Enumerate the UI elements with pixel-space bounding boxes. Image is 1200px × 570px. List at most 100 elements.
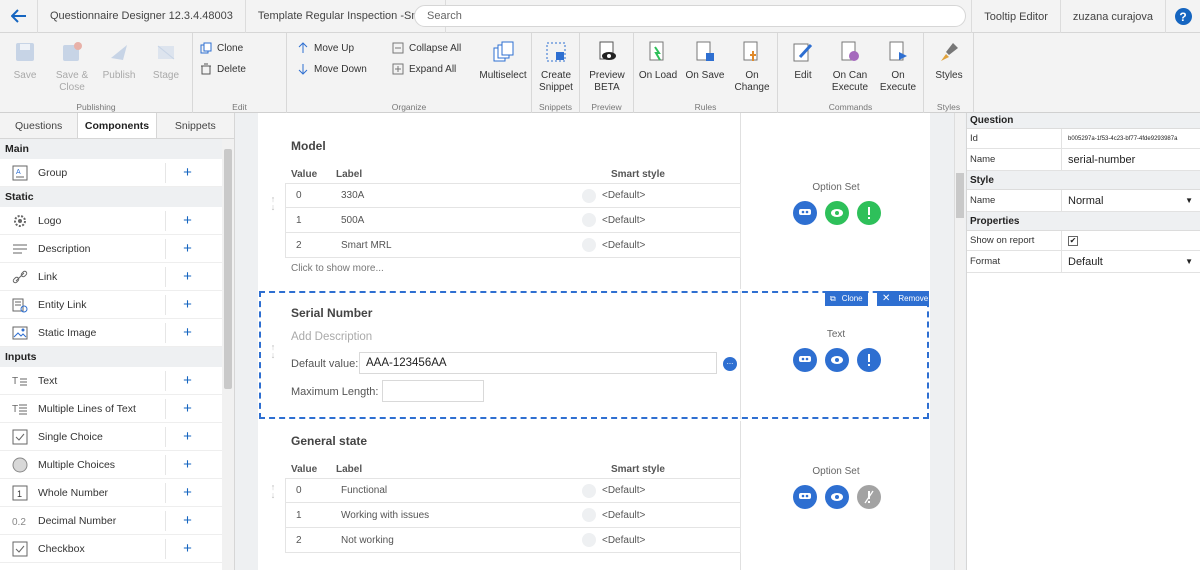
option-row[interactable]: 0 330A <Default> (285, 183, 741, 208)
component-description[interactable]: Description + (0, 235, 223, 263)
on-execute-button[interactable]: On Execute (878, 41, 918, 94)
canvas-scrollbar-thumb[interactable] (956, 173, 964, 218)
component-entity-link[interactable]: Entity Link + (0, 291, 223, 319)
multiselect-button[interactable]: Multiselect (477, 41, 529, 82)
required-button[interactable] (857, 201, 881, 225)
format-select[interactable]: Default ▼ (1062, 251, 1200, 272)
name-input[interactable]: serial-number (1062, 149, 1200, 170)
component-text[interactable]: T Text + (0, 367, 223, 395)
snippets-group-label: Snippets (538, 102, 573, 112)
components-scrollbar[interactable] (222, 139, 234, 570)
add-component-button[interactable]: + (165, 539, 197, 559)
add-component-button[interactable]: + (165, 295, 197, 315)
svg-text:T: T (12, 376, 18, 387)
component-static-image[interactable]: Static Image + (0, 319, 223, 347)
option-smart-style[interactable]: <Default> (582, 508, 645, 522)
component-checkbox[interactable]: Checkbox + (0, 535, 223, 563)
drag-handle-icon[interactable]: ↑ ↓ (269, 195, 277, 212)
command-edit-button[interactable]: Edit (786, 41, 820, 82)
component-group[interactable]: A Group + (0, 159, 223, 187)
option-row[interactable]: 2 Smart MRL <Default> (285, 233, 741, 258)
option-smart-style[interactable]: <Default> (582, 533, 645, 547)
stage-button[interactable]: Stage (148, 41, 184, 82)
add-component-button[interactable]: + (165, 399, 197, 419)
delete-button[interactable]: Delete (200, 61, 246, 77)
add-component-button[interactable]: + (165, 267, 197, 287)
expand-all-button[interactable]: Expand All (392, 61, 456, 77)
option-row[interactable]: 1 Working with issues <Default> (285, 503, 741, 528)
on-can-execute-button[interactable]: On Can Execute (828, 41, 872, 94)
option-smart-style[interactable]: <Default> (582, 483, 646, 498)
on-load-icon (649, 41, 664, 61)
tab-questions[interactable]: Questions (0, 113, 77, 138)
canvas-scrollbar[interactable] (954, 113, 965, 570)
add-component-button[interactable]: + (165, 511, 197, 531)
show-on-report-checkbox[interactable]: ✔ (1068, 235, 1078, 246)
help-button[interactable]: ? (1166, 0, 1200, 33)
id-value[interactable]: b005297a-1f53-4c23-bf77-4fde9293987a (1062, 129, 1200, 148)
show-more-link[interactable]: Click to show more... (291, 263, 384, 274)
add-component-button[interactable]: + (165, 239, 197, 259)
style-button[interactable] (793, 201, 817, 225)
component-decimal-number[interactable]: 0.2 Decimal Number + (0, 507, 223, 535)
component-link[interactable]: Link + (0, 263, 223, 291)
on-save-button[interactable]: On Save (684, 41, 726, 82)
component-single-choice[interactable]: Single Choice + (0, 423, 223, 451)
move-down-button[interactable]: Move Down (297, 61, 367, 77)
option-style-value: <Default> (602, 190, 646, 201)
style-name-select[interactable]: Normal ▼ (1062, 190, 1200, 211)
style-button[interactable] (793, 485, 817, 509)
option-smart-style[interactable]: <Default> (582, 188, 646, 203)
tab-components[interactable]: Components (77, 113, 157, 138)
save-button[interactable]: Save (10, 41, 40, 82)
remove-question-button[interactable]: ✕ Remove (877, 291, 929, 306)
on-load-button[interactable]: On Load (638, 41, 678, 82)
styles-button[interactable]: Styles (930, 41, 968, 82)
option-style-value: <Default> (602, 485, 646, 496)
add-component-button[interactable]: + (165, 211, 197, 231)
scrollbar-thumb[interactable] (224, 149, 232, 389)
option-row[interactable]: 0 Functional <Default> (285, 478, 741, 503)
visibility-button[interactable] (825, 201, 849, 225)
eye-icon (831, 493, 843, 501)
drag-handle-icon[interactable]: ↑ ↓ (269, 483, 277, 500)
add-component-button[interactable]: + (165, 323, 197, 343)
add-component-button[interactable]: + (165, 483, 197, 503)
add-component-button[interactable]: + (165, 371, 197, 391)
add-component-button[interactable]: + (165, 455, 197, 475)
question-model[interactable]: Model ↑ ↓ Value Label Smart style 0 330A <D… (258, 113, 930, 289)
component-logo[interactable]: Logo + (0, 207, 223, 235)
publish-button[interactable]: Publish (100, 41, 138, 82)
clone-button[interactable]: Clone (200, 40, 243, 56)
save-close-button[interactable]: Save & Close (52, 41, 92, 94)
question-type: Option Set (812, 182, 860, 193)
tooltip-editor-link[interactable]: Tooltip Editor (971, 0, 1061, 33)
add-component-button[interactable]: + (165, 163, 197, 183)
option-row[interactable]: 2 Not working <Default> (285, 528, 741, 553)
move-up-button[interactable]: Move Up (297, 40, 354, 56)
preview-beta-button[interactable]: Preview BETA (586, 41, 628, 94)
required-button[interactable] (857, 485, 881, 509)
style-mask-icon (799, 493, 811, 499)
question-general-state[interactable]: General state ↑ ↓ Value Label Smart style… (258, 421, 930, 570)
tab-snippets[interactable]: Snippets (157, 113, 234, 138)
component-multiple-lines-of-text[interactable]: T Multiple Lines of Text + (0, 395, 223, 423)
component-whole-number[interactable]: 1 Whole Number + (0, 479, 223, 507)
decimal-number-icon: 0.2 (12, 517, 26, 528)
back-button[interactable] (0, 0, 38, 33)
collapse-all-button[interactable]: Collapse All (392, 40, 461, 56)
option-smart-style[interactable]: <Default> (582, 238, 645, 252)
clone-question-button[interactable]: ⧉ Clone (825, 291, 868, 306)
on-change-button[interactable]: On Change (732, 41, 772, 94)
add-component-button[interactable]: + (165, 427, 197, 447)
on-change-label: On Change (734, 70, 770, 93)
rules-group: On Load On Save On Change Rules (634, 33, 778, 113)
option-row[interactable]: 1 500A <Default> (285, 208, 741, 233)
component-multiple-choices[interactable]: Multiple Choices + (0, 451, 223, 479)
search-input[interactable]: Search (414, 5, 966, 27)
option-smart-style[interactable]: <Default> (582, 213, 645, 227)
snippet-icon (546, 42, 566, 62)
user-name[interactable]: zuzana curajova (1061, 0, 1166, 33)
create-snippet-button[interactable]: Create Snippet (536, 41, 576, 94)
visibility-button[interactable] (825, 485, 849, 509)
